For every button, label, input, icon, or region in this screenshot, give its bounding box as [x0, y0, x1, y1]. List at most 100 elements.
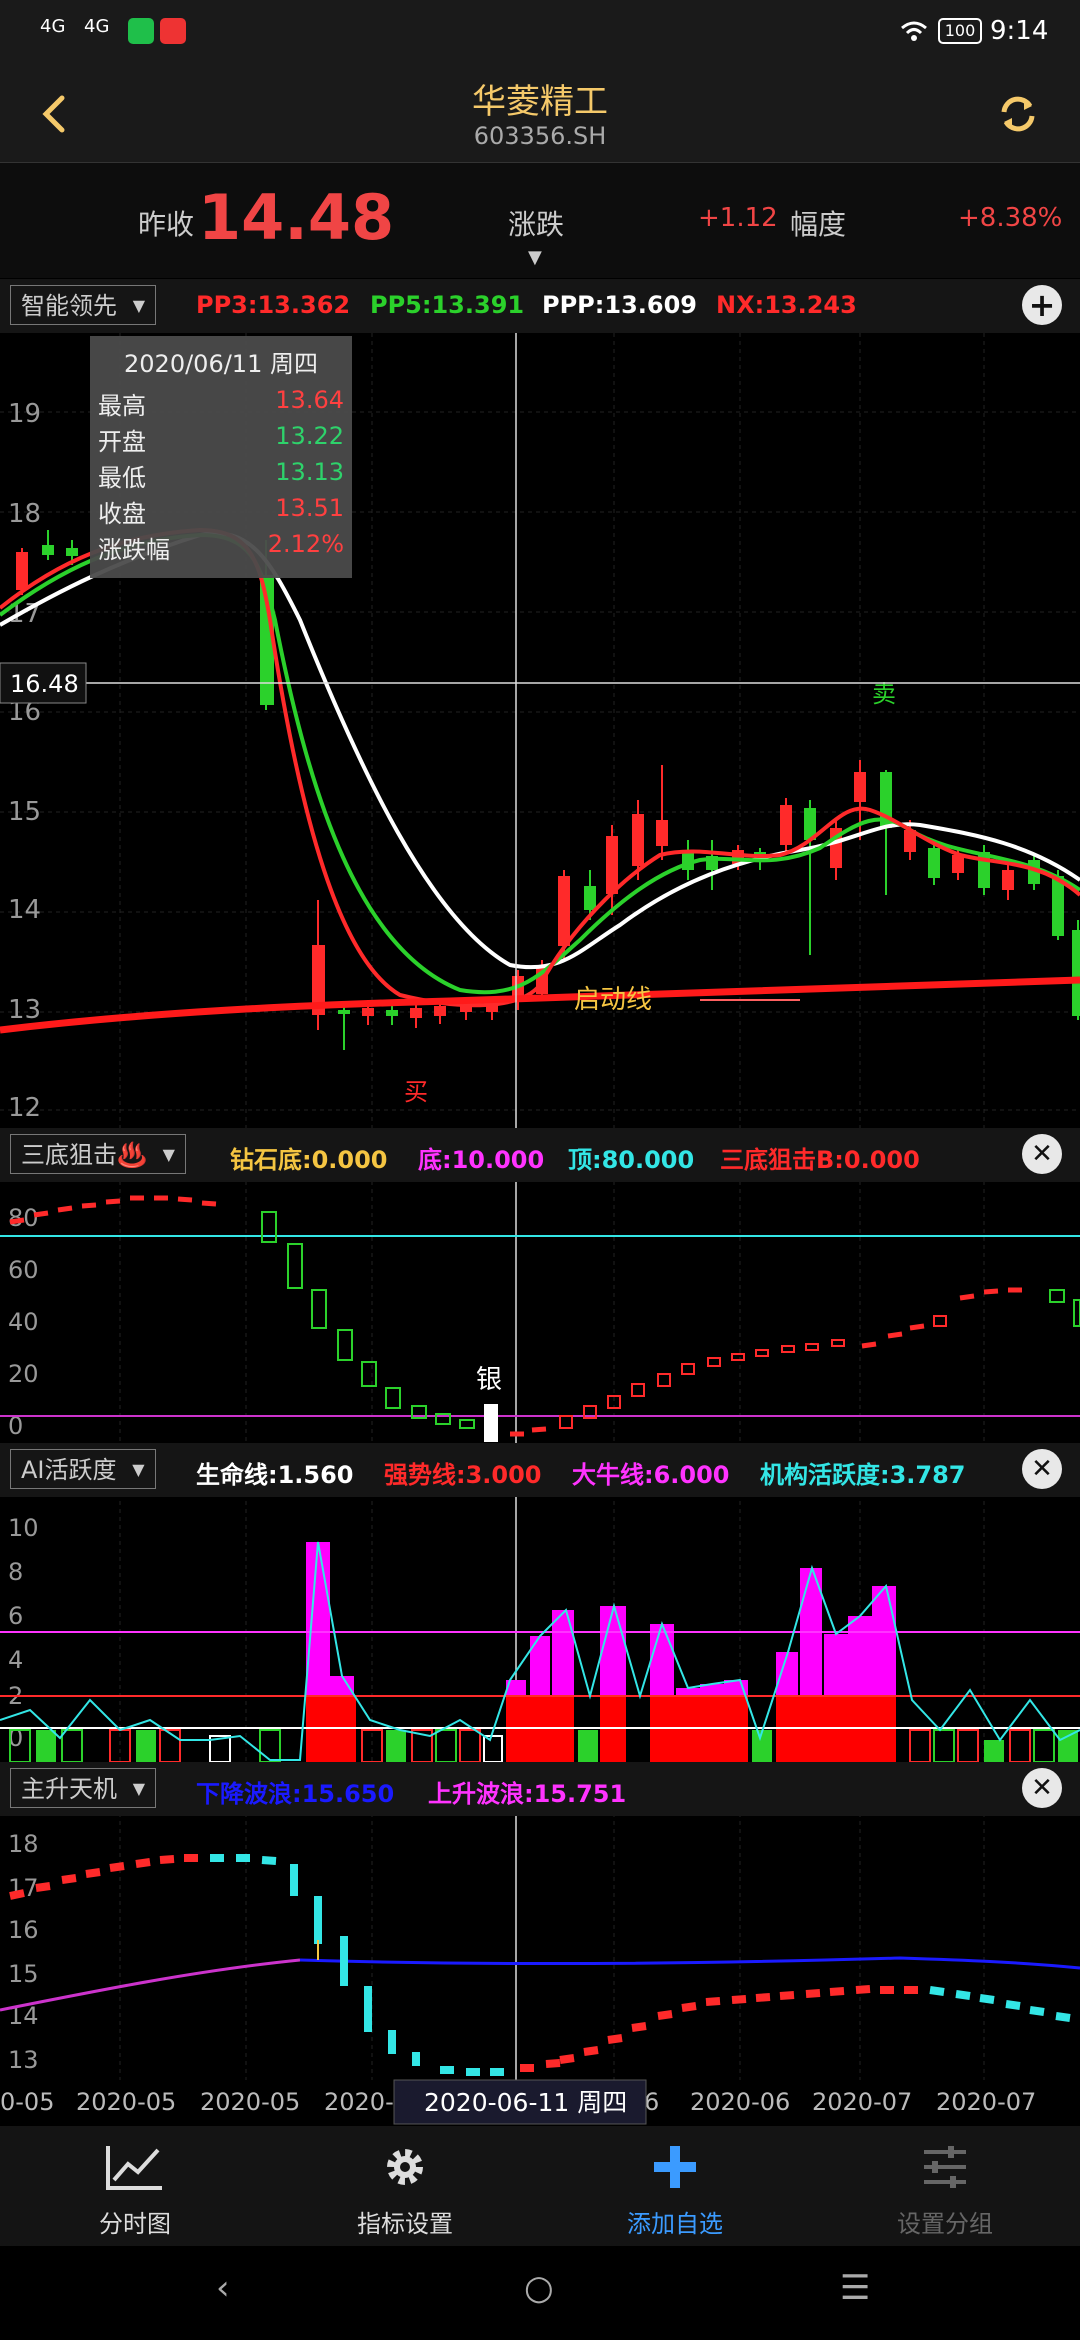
indicator-value-nx: NX:13.243	[716, 291, 857, 319]
indicator-value: 机构活跃度:3.787	[760, 1461, 966, 1489]
y-tick: 6	[8, 1602, 23, 1630]
panel4-cyan-dashes	[210, 1854, 1071, 2076]
pp3-line	[0, 527, 1080, 1008]
indicator-value: 底:10.000	[418, 1146, 545, 1174]
panel3-indicator-selector[interactable]: AI活跃度 ▼	[10, 1449, 156, 1489]
nav-item-timeshare[interactable]: 分时图	[0, 2126, 270, 2246]
tooltip-value: 13.13	[275, 458, 344, 486]
bottom-nav: 分时图 指标设置 添加自选 设置分组	[0, 2126, 1080, 2246]
panel2-green-boxes	[261, 1211, 1080, 1429]
launch-line-label: 启动线	[574, 985, 652, 1015]
wechat-icon	[128, 18, 154, 44]
pp5-line	[0, 532, 1080, 995]
y-tick: 15	[8, 1960, 39, 1988]
indicator-value: 强势线:3.000	[384, 1461, 542, 1489]
main-indicator-bar: 智能领先 ▼ PP3:13.362 PP5:13.391 PPP:13.609 N…	[0, 279, 1080, 333]
status-bar: 4G 4G 100 9:14	[0, 0, 1080, 66]
y-tick: 12	[8, 1093, 41, 1123]
panel2-y-axis-labels: 80 60 40 20 0	[8, 1204, 39, 1440]
buy-signal-label: 买	[404, 1078, 428, 1106]
silver-marker	[484, 1404, 498, 1442]
tooltip-date: 2020/06/11 周四	[124, 350, 318, 378]
sell-signal-label: 卖	[872, 680, 896, 708]
candle	[512, 970, 524, 1010]
main-indicator-selector-label: 智能领先	[21, 292, 117, 320]
nav-label: 添加自选	[627, 2210, 723, 2238]
system-back-icon[interactable]: ‹	[216, 2268, 230, 2308]
gear-icon	[387, 2149, 423, 2185]
change-value: +1.12	[698, 203, 778, 233]
system-home-icon[interactable]: ○	[524, 2268, 554, 2308]
panel2-indicator-selector[interactable]: 三底狙击♨️ ▼	[10, 1134, 186, 1174]
close-icon[interactable]: ✕	[1022, 1134, 1062, 1174]
x-tick: 2020-06	[690, 2088, 790, 2116]
candle	[312, 900, 325, 1030]
stock-name: 华菱精工	[472, 82, 608, 122]
x-tick: 2020-07	[812, 2088, 912, 2116]
panel3-selector-label: AI活跃度	[21, 1456, 117, 1484]
change-label[interactable]: 涨跌	[508, 203, 564, 243]
nav-item-add-watchlist[interactable]: 添加自选	[540, 2126, 810, 2246]
title-bar: 华菱精工 603356.SH	[0, 66, 1080, 163]
y-tick: 60	[8, 1256, 39, 1284]
candle	[880, 770, 892, 895]
indicator-value: 上升波浪:15.751	[428, 1780, 627, 1808]
y-tick: 18	[8, 499, 41, 529]
refresh-icon[interactable]	[992, 88, 1044, 140]
tooltip-label: 涨跌幅	[98, 536, 170, 564]
y-tick: 18	[8, 1830, 39, 1858]
y-tick: 8	[8, 1558, 23, 1586]
crosshair-date: 2020-06-11 周四	[424, 2088, 627, 2117]
system-menu-icon[interactable]: ☰	[840, 2268, 870, 2308]
system-nav-bar: ‹ ○ ☰	[0, 2246, 1080, 2340]
crosshair-value: 16.48	[10, 670, 79, 698]
chevron-down-icon: ▼	[132, 1779, 145, 1798]
plus-icon	[654, 2146, 696, 2188]
close-icon[interactable]: ✕	[1022, 1768, 1062, 1808]
price-value: 14.48	[198, 181, 395, 254]
panel3-indicator-bar: AI活跃度 ▼ 生命线:1.560 强势线:3.000 大牛线:6.000 机构活…	[0, 1443, 1080, 1497]
indicator-value-pp5: PP5:13.391	[370, 291, 525, 319]
prev-close-label: 昨收	[138, 208, 195, 241]
network-indicator-1: 4G	[40, 16, 66, 37]
indicator-value: 钻石底:0.000	[230, 1146, 388, 1174]
tooltip-value: 2.12%	[267, 530, 344, 558]
y-tick: 40	[8, 1308, 39, 1336]
candle	[42, 530, 54, 560]
indicator-value: 生命线:1.560	[196, 1461, 354, 1489]
chevron-down-icon: ▼	[162, 1145, 175, 1164]
x-tick: 2020-07	[936, 2088, 1036, 2116]
y-tick: 15	[8, 797, 41, 827]
y-tick: 16	[8, 1916, 39, 1944]
candle	[1072, 920, 1080, 1020]
stock-code: 603356.SH	[473, 122, 607, 150]
status-time: 9:14	[990, 16, 1049, 46]
tooltip-row-open: 开盘 13.22	[98, 422, 344, 456]
quote-strip: 昨收 14.48 涨跌 ▼ +1.12 幅度 +8.38%	[0, 163, 1080, 278]
main-indicator-selector[interactable]: 智能领先 ▼	[10, 285, 156, 325]
panel4-selector-label: 主升天机	[21, 1775, 117, 1803]
tooltip-label: 最高	[98, 392, 146, 420]
candle	[804, 800, 816, 955]
line-chart-icon	[106, 2146, 162, 2190]
panel2-selector-label: 三底狙击♨️	[21, 1141, 147, 1169]
chart-area[interactable]: 19 18 17 16 15 14 13 12 启动线 买 卖 16.48 60…	[0, 333, 1080, 2126]
ppp-line	[0, 531, 1080, 970]
nav-item-group-settings[interactable]: 设置分组	[810, 2126, 1080, 2246]
close-icon[interactable]: ✕	[1022, 1449, 1062, 1489]
rising-wave-line	[0, 1958, 301, 2012]
tooltip-label: 最低	[98, 464, 146, 492]
panel4-indicator-selector[interactable]: 主升天机 ▼	[10, 1768, 156, 1808]
candle	[780, 798, 792, 855]
silver-label: 银	[476, 1365, 502, 1395]
candle	[606, 825, 618, 915]
chevron-down-icon: ▼	[132, 296, 145, 315]
main-y-axis-labels: 19 18 17 16 15 14 13 12	[8, 399, 41, 1123]
add-indicator-button[interactable]: +	[1022, 285, 1062, 325]
panel2-indicator-bar: 三底狙击♨️ ▼ 钻石底:0.000 底:10.000 顶:80.000 三底狙击…	[0, 1128, 1080, 1182]
y-tick: 13	[8, 2046, 39, 2074]
chevron-down-icon[interactable]: ▼	[528, 247, 542, 268]
indicator-value-pp3: PP3:13.362	[196, 291, 351, 319]
nav-item-indicator-settings[interactable]: 指标设置	[270, 2126, 540, 2246]
candle	[682, 840, 694, 880]
